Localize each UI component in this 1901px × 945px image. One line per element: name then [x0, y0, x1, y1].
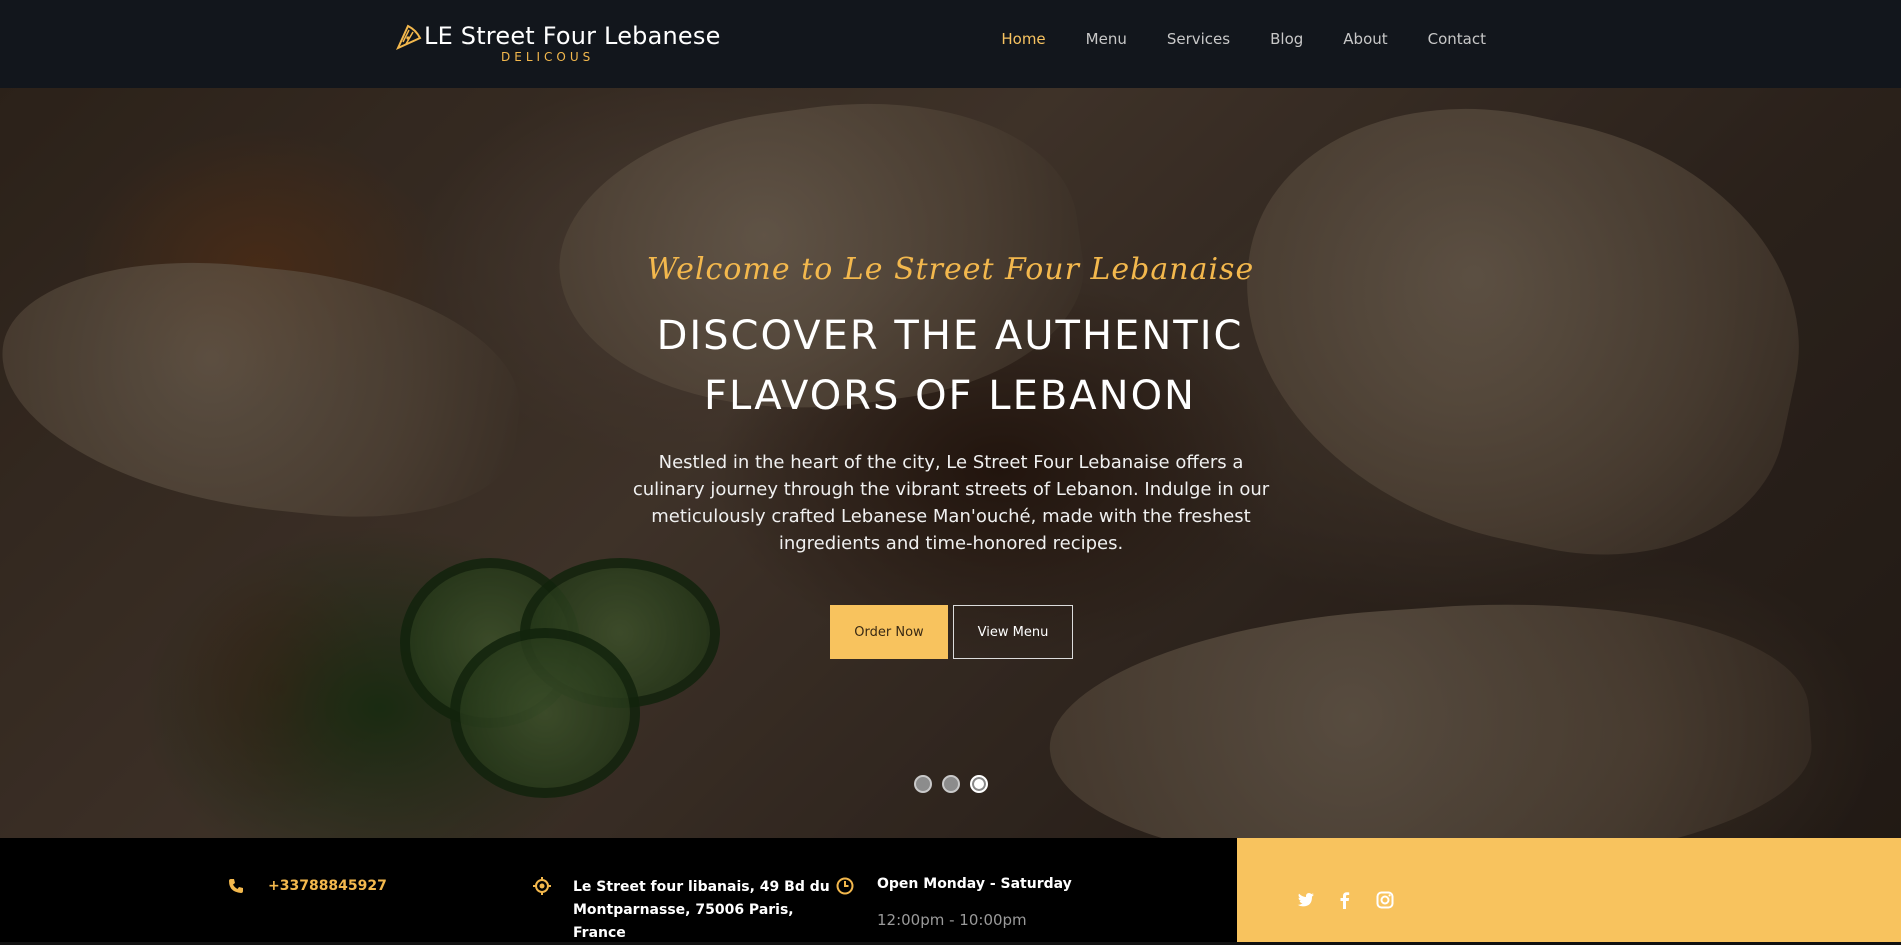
brand-logo[interactable]: LE Street Four Lebanese DELICOUS [394, 20, 720, 64]
nav-item-contact[interactable]: Contact [1428, 30, 1486, 48]
top-navbar: LE Street Four Lebanese DELICOUS Home Me… [0, 0, 1901, 88]
contact-info-bar: +33788845927 Le Street four libanais, 49… [0, 838, 1901, 942]
location-target-icon [533, 877, 551, 895]
hero-headline-line2: FLAVORS OF LEBANON [704, 373, 1196, 419]
hero-description: Nestled in the heart of the city, Le Str… [632, 452, 1270, 554]
hero-headline-line1: DISCOVER THE AUTHENTIC [656, 313, 1244, 359]
instagram-icon[interactable] [1375, 890, 1395, 910]
clock-icon [836, 877, 854, 895]
address-text: Le Street four libanais, 49 Bd du Montpa… [573, 879, 830, 941]
nav-item-home[interactable]: Home [1001, 30, 1045, 48]
carousel-dot-2[interactable] [942, 775, 960, 793]
twitter-icon[interactable] [1295, 890, 1315, 910]
hero-headline: DISCOVER THE AUTHENTIC FLAVORS OF LEBANO… [600, 306, 1300, 426]
hero-content: Welcome to Le Street Four Lebanaise DISC… [0, 88, 1901, 838]
phone-icon [229, 879, 243, 893]
brand-subtitle: DELICOUS [501, 50, 595, 64]
nav-item-services[interactable]: Services [1167, 30, 1230, 48]
social-links [1295, 890, 1395, 910]
facebook-icon[interactable] [1335, 890, 1355, 910]
brand-title: LE Street Four Lebanese [424, 22, 721, 50]
carousel-indicators [914, 775, 988, 793]
order-now-button[interactable]: Order Now [830, 605, 948, 659]
pizza-slice-icon [395, 24, 422, 51]
nav-item-blog[interactable]: Blog [1270, 30, 1303, 48]
nav-item-about[interactable]: About [1343, 30, 1387, 48]
hero-welcome-text: Welcome to Le Street Four Lebanaise [646, 252, 1255, 287]
carousel-dot-1[interactable] [914, 775, 932, 793]
opening-days: Open Monday - Saturday [877, 876, 1072, 892]
nav-item-menu[interactable]: Menu [1086, 30, 1127, 48]
main-nav: Home Menu Services Blog About Contact [961, 30, 1486, 48]
carousel-dot-3[interactable] [970, 775, 988, 793]
view-menu-button[interactable]: View Menu [953, 605, 1073, 659]
opening-hours: 12:00pm - 10:00pm [877, 911, 1027, 929]
phone-number[interactable]: +33788845927 [268, 878, 387, 894]
hero-carousel: Welcome to Le Street Four Lebanaise DISC… [0, 88, 1901, 838]
